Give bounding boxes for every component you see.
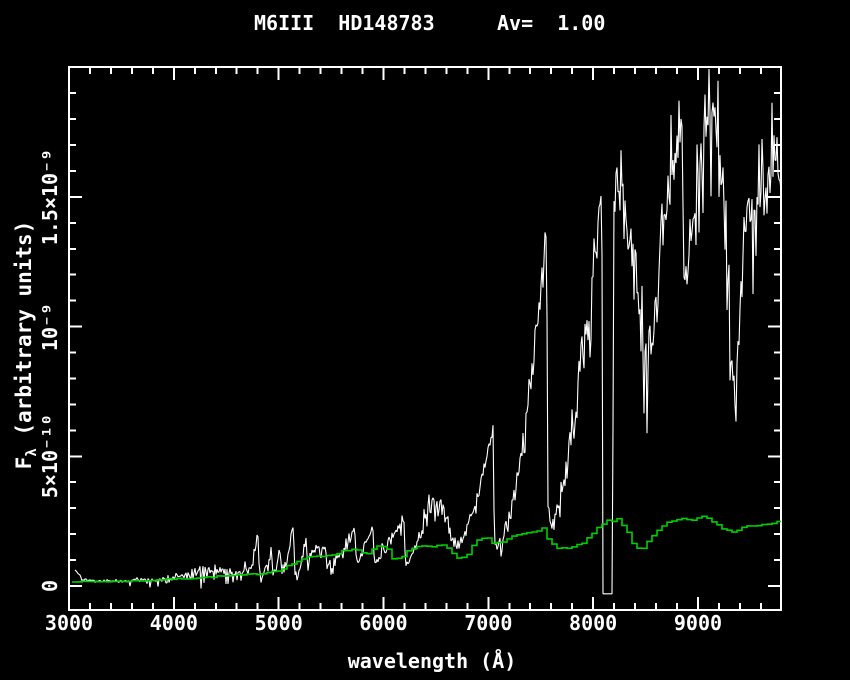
y-axis-title: Fλ (arbitrary units) [12,221,40,470]
x-tick-label: 4000 [150,611,198,635]
x-tick-label: 7000 [464,611,512,635]
observed-spectrum-curve [75,69,781,594]
y-axis-title-units: (arbitrary units) [12,221,36,449]
y-tick-label: 1.5×10⁻⁹ [38,149,62,245]
y-tick-label: 10⁻⁹ [38,303,62,351]
x-tick-label: 9000 [674,611,722,635]
spectrum-chart [0,0,850,680]
x-tick-label: 6000 [359,611,407,635]
y-tick-label: 0 [38,580,62,592]
plot-frame [69,67,781,610]
spectrum-plot-screen: M6III HD148783 Av= 1.00 Fλ (arbitrary un… [0,0,850,680]
x-tick-label: 5000 [255,611,303,635]
axis-ticks [69,67,781,610]
y-axis-title-symbol: F [12,457,36,470]
x-tick-label: 3000 [45,611,93,635]
y-tick-label: 5×10⁻¹⁰ [38,414,62,498]
x-axis-title: wavelength (Å) [348,649,517,673]
x-tick-label: 8000 [569,611,617,635]
